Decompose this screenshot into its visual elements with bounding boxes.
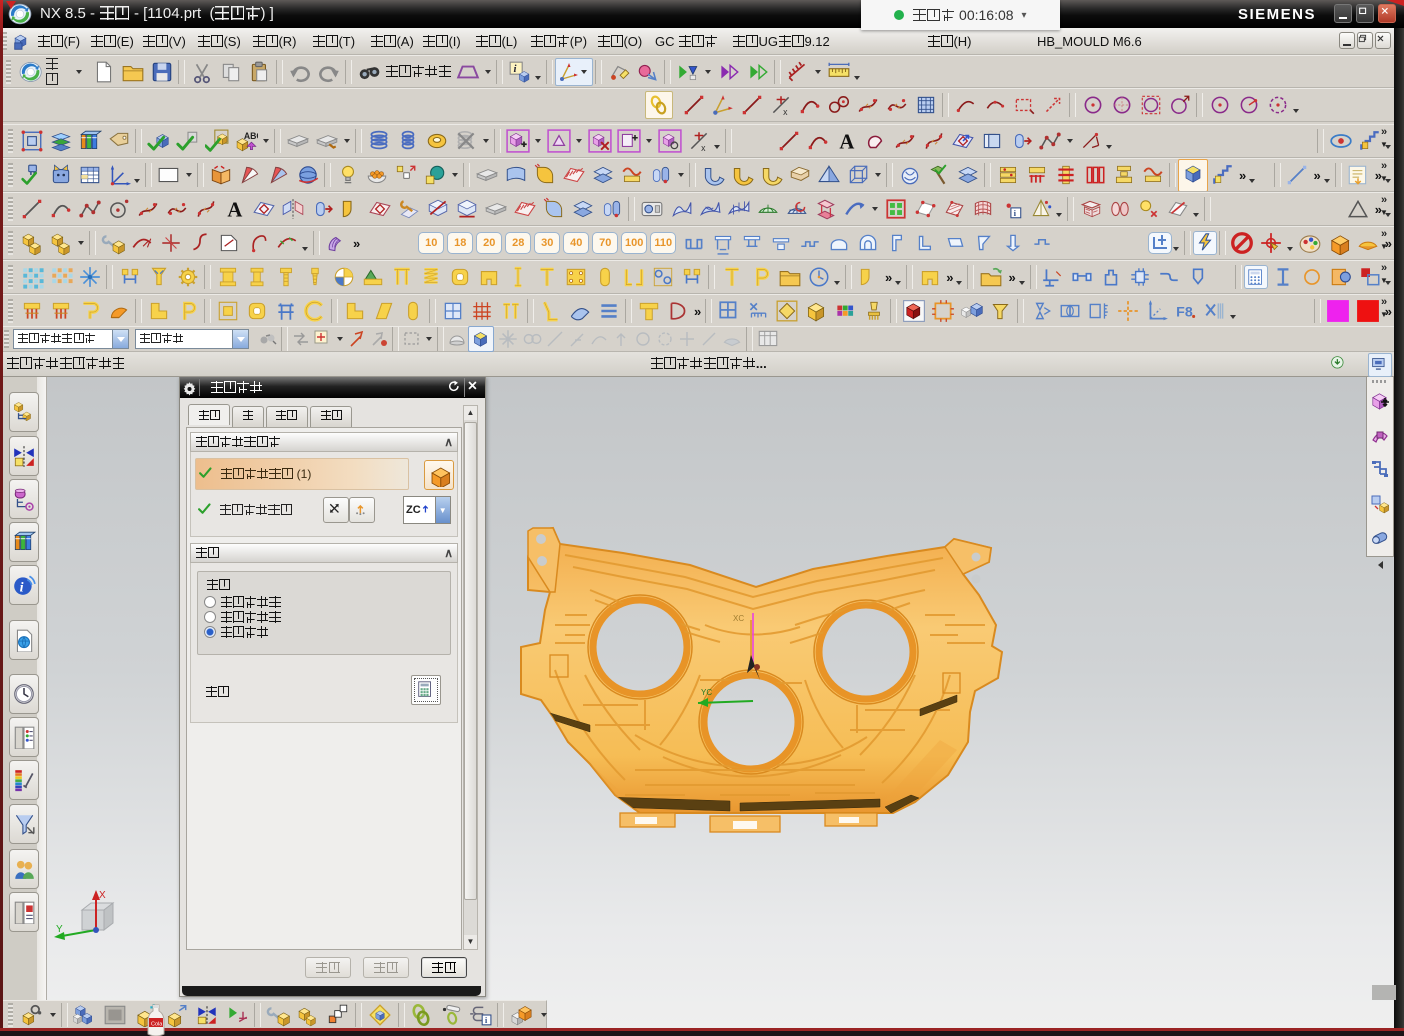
svg-text:A: A [839, 132, 854, 153]
svg-text:Cola: Cola [151, 1022, 163, 1028]
svg-text:Y: Y [56, 924, 63, 935]
svg-text:i: i [20, 580, 24, 596]
svg-text:XC: XC [733, 614, 744, 623]
svg-text:A: A [227, 200, 242, 221]
svg-text:YC: YC [701, 688, 712, 697]
svg-text:X: X [99, 890, 106, 901]
svg-text:F8: F8 [1176, 304, 1193, 320]
svg-text:i: i [513, 63, 516, 75]
svg-text:ABC: ABC [243, 131, 257, 141]
svg-text:x: x [701, 143, 706, 153]
svg-text:x: x [783, 107, 788, 117]
